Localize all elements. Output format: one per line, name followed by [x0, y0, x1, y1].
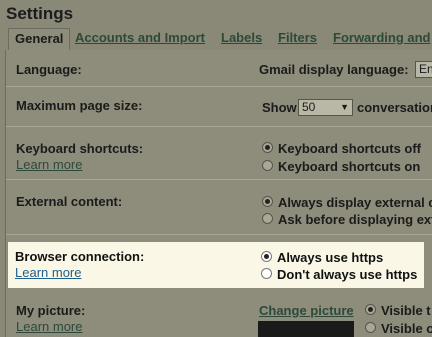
https-not-always-radio[interactable]	[261, 268, 272, 279]
picture-visible-all-label: Visible t	[381, 303, 431, 318]
keyboard-on-radio[interactable]	[262, 160, 273, 171]
page-size-value: 50	[302, 100, 316, 114]
tab-general[interactable]: General	[8, 28, 71, 50]
picture-visible-only-radio[interactable]	[365, 322, 376, 333]
conversations-label: conversation	[357, 100, 432, 115]
browser-connection-label: Browser connection:	[15, 249, 145, 264]
keyboard-learn-more-link[interactable]: Learn more	[16, 157, 82, 172]
page-title: Settings	[6, 4, 74, 23]
dropdown-arrow-icon: ▼	[340, 102, 349, 112]
display-language-label: Gmail display language:	[259, 62, 409, 77]
browser-connection-section: Browser connection: Learn more Always us…	[8, 242, 424, 288]
settings-panel: Language: Gmail display language: En Max…	[5, 50, 432, 337]
my-picture-label: My picture:	[16, 303, 86, 318]
language-row: Language: Gmail display language: En	[6, 50, 432, 87]
https-always-label: Always use https	[277, 250, 384, 265]
keyboard-shortcuts-label: Keyboard shortcuts:	[16, 141, 144, 156]
keyboard-off-label: Keyboard shortcuts off	[278, 141, 422, 156]
picture-visible-only-label: Visible o	[381, 321, 432, 336]
external-content-label: External content:	[16, 194, 123, 209]
external-content-row: External content: Always display externa…	[6, 180, 432, 235]
picture-visible-all-radio[interactable]	[365, 304, 376, 315]
external-always-radio[interactable]	[262, 196, 273, 207]
page-size-select[interactable]: 50 ▼	[298, 99, 353, 116]
browser-learn-more-link[interactable]: Learn more	[15, 265, 81, 280]
settings-tabs: General Accounts and Import Labels Filte…	[0, 28, 432, 50]
picture-learn-more-link[interactable]: Learn more	[16, 319, 82, 334]
page-size-label: Maximum page size:	[16, 98, 143, 113]
my-picture-row: My picture: Learn more Change picture Vi…	[6, 295, 432, 337]
https-not-always-label: Don't always use https	[277, 267, 418, 282]
page-size-row: Maximum page size: Show 50 ▼ conversatio…	[6, 87, 432, 127]
display-language-select[interactable]: En	[415, 61, 432, 78]
keyboard-on-label: Keyboard shortcuts on	[278, 159, 421, 174]
external-ask-radio[interactable]	[262, 213, 273, 224]
display-language-value: En	[419, 62, 432, 76]
tab-labels[interactable]: Labels	[221, 28, 262, 50]
keyboard-off-radio[interactable]	[262, 142, 273, 153]
change-picture-link[interactable]: Change picture	[259, 303, 354, 318]
language-label: Language:	[16, 62, 82, 77]
tab-forwarding[interactable]: Forwarding and	[333, 28, 431, 50]
show-label: Show	[262, 100, 297, 115]
profile-picture	[258, 321, 354, 337]
keyboard-shortcuts-row: Keyboard shortcuts: Learn more Keyboard …	[6, 127, 432, 180]
https-always-radio[interactable]	[261, 251, 272, 262]
tab-filters[interactable]: Filters	[278, 28, 317, 50]
external-ask-label: Ask before displaying ext	[278, 212, 432, 227]
tab-accounts-and-import[interactable]: Accounts and Import	[75, 28, 205, 50]
external-always-label: Always display external c	[278, 195, 432, 210]
